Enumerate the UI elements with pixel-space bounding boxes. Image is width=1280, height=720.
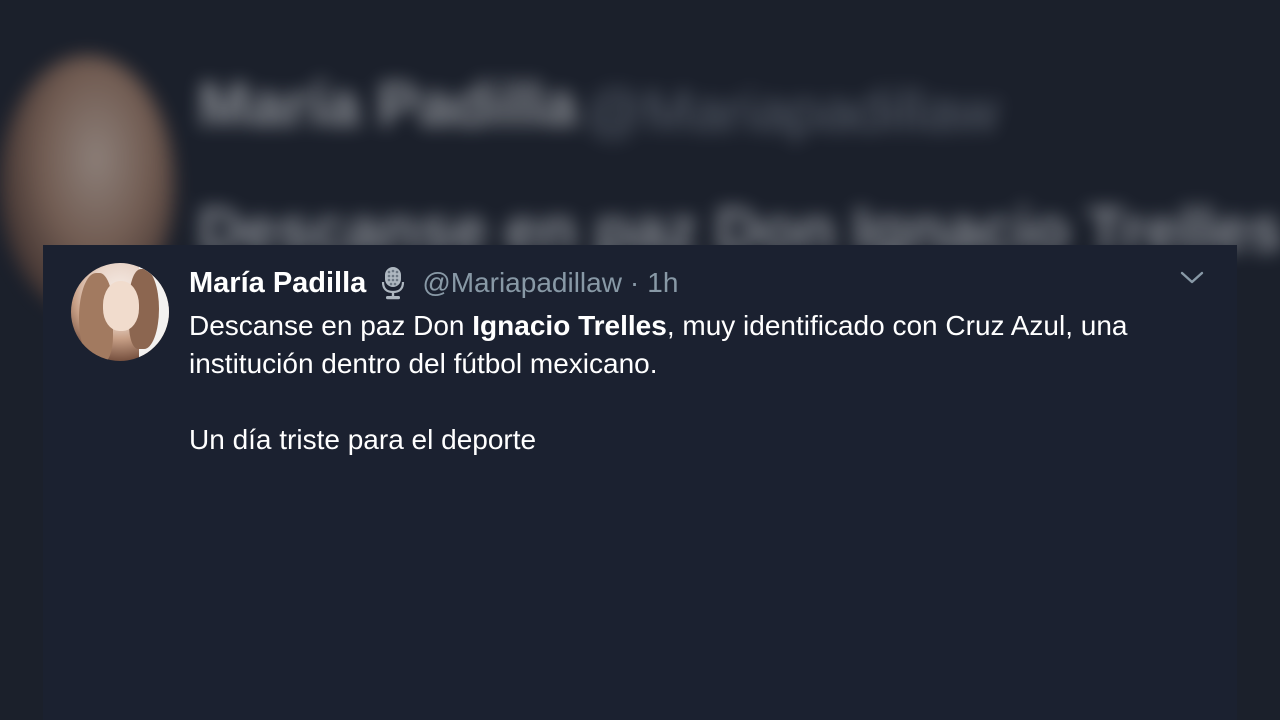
- tweet-text-segment: , muy identificado con Cruz Azul, una: [666, 310, 1128, 341]
- chevron-down-icon[interactable]: [1179, 267, 1205, 289]
- blurred-author-name: María Padilla: [198, 71, 578, 140]
- tweet-text-line-2: institución dentro del fútbol mexicano.: [189, 348, 658, 379]
- author-name[interactable]: María Padilla: [189, 267, 366, 300]
- screen: María Padilla @Mariapadillaw Descanse en…: [0, 0, 1280, 720]
- tweet-text-line-3: Un día triste para el deporte: [189, 424, 537, 455]
- timestamp[interactable]: 1h: [647, 267, 678, 299]
- microphone-icon: [380, 265, 406, 301]
- avatar-face: [103, 281, 139, 331]
- tweet-card[interactable]: María Padilla @Mariapadillaw · 1h Descan…: [43, 245, 1237, 720]
- separator-dot: ·: [629, 267, 640, 298]
- avatar[interactable]: [71, 263, 169, 361]
- blurred-handle: @Mariapadillaw: [585, 79, 999, 144]
- tweet-text-bold: Ignacio Trelles: [472, 310, 667, 341]
- tweet-text-line-1: Descanse en paz Don Ignacio Trelles, muy…: [189, 307, 1199, 345]
- tweet-header: María Padilla @Mariapadillaw · 1h: [189, 265, 678, 301]
- author-handle[interactable]: @Mariapadillaw: [422, 267, 622, 299]
- tweet-text: Descanse en paz Don Ignacio Trelles, muy…: [189, 307, 1199, 459]
- tweet-text-segment: Descanse en paz Don: [189, 310, 473, 341]
